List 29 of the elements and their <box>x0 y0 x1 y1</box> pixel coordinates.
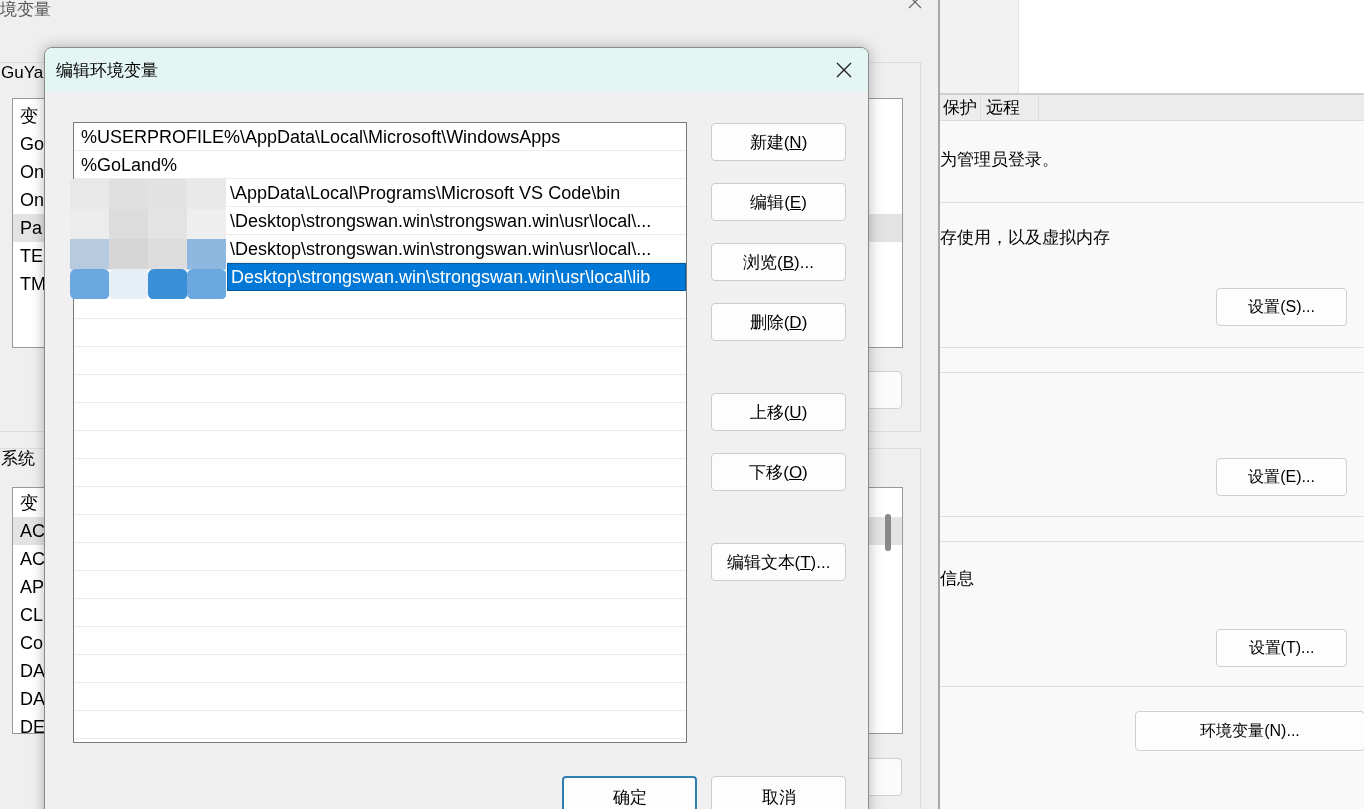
path-entry[interactable]: %USERPROFILE%\AppData\Local\Microsoft\WindowsApps <box>74 123 686 151</box>
close-icon[interactable] <box>836 62 852 78</box>
dialog-button[interactable]: 取消 <box>711 776 846 809</box>
column-header[interactable]: 变 <box>13 492 38 514</box>
action-button[interactable]: 编辑(E) <box>711 183 846 221</box>
window-title: 境变量 <box>0 0 51 20</box>
settings-button[interactable]: 设置(T)... <box>1216 629 1347 667</box>
section-label: 系统 <box>0 449 35 469</box>
path-entry[interactable]: Desktop\strongswan.win\strongswan.win\usr\local\lib <box>227 263 686 291</box>
action-button[interactable]: 删除(D) <box>711 303 846 341</box>
description-text: 存使用，以及虚拟内存 <box>940 228 1111 248</box>
settings-button[interactable]: 设置(S)... <box>1216 288 1347 326</box>
settings-button[interactable]: 环境变量(N)... <box>1135 711 1364 751</box>
dialog-title: 编辑环境变量 <box>56 59 158 82</box>
action-button[interactable]: 新建(N) <box>711 123 846 161</box>
action-button[interactable]: 编辑文本(T)... <box>711 543 846 581</box>
section-label: GuYa <box>0 63 44 83</box>
scrollbar-thumb[interactable] <box>885 514 891 551</box>
action-button[interactable]: 下移(O) <box>711 453 846 491</box>
action-button[interactable]: 上移(U) <box>711 393 846 431</box>
tab[interactable]: 保护 <box>940 95 981 120</box>
description-text: 为管理员登录。 <box>940 150 1060 170</box>
settings-button[interactable]: 设置(E)... <box>1216 458 1347 496</box>
path-entry[interactable]: \Desktop\strongswan.win\strongswan.win\usr\local\... <box>227 207 686 235</box>
description-text: 信息 <box>940 569 975 589</box>
dialog-button[interactable]: 确定 <box>562 776 697 809</box>
action-button[interactable]: 浏览(B)... <box>711 243 846 281</box>
column-header[interactable]: 变 <box>13 105 38 127</box>
path-entry[interactable]: \AppData\Local\Programs\Microsoft VS Code\bin <box>227 179 686 207</box>
